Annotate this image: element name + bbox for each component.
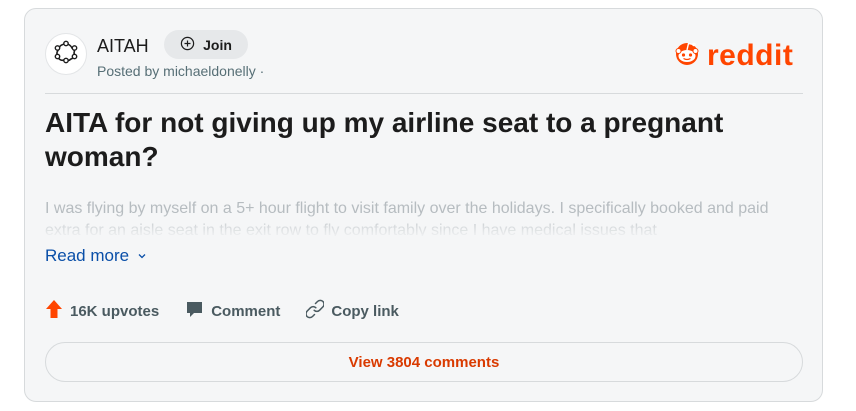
- read-more-label: Read more: [45, 246, 130, 265]
- reddit-wordmark: reddit: [707, 38, 794, 72]
- post-card: AITAH Join Posted by michaeldonelly · re…: [24, 8, 823, 402]
- copy-link-label: Copy link: [331, 302, 399, 320]
- upvote-count: 16K upvotes: [70, 302, 160, 320]
- comment-label: Comment: [211, 302, 281, 320]
- upvote-arrow-icon: [45, 299, 63, 323]
- view-comments-button[interactable]: View 3804 comments: [45, 342, 803, 382]
- read-more-link[interactable]: Read more: [45, 246, 147, 266]
- comment-button[interactable]: Comment: [185, 300, 280, 323]
- post-body-preview: I was flying by myself on a 5+ hour flig…: [45, 200, 769, 236]
- plus-circle-icon: [180, 36, 195, 54]
- post-actions: 16K upvotes Comment Copy link: [45, 299, 425, 323]
- upvote-button[interactable]: 16K upvotes: [45, 299, 159, 323]
- join-button[interactable]: Join: [164, 30, 248, 59]
- reddit-logo[interactable]: reddit: [671, 37, 793, 74]
- chevron-down-icon: [137, 246, 147, 266]
- posted-by: Posted by michaeldonelly ·: [97, 63, 265, 79]
- join-label: Join: [203, 36, 232, 53]
- subreddit-avatar[interactable]: [45, 33, 87, 75]
- subreddit-avatar-icon: [53, 39, 79, 70]
- copy-link-button[interactable]: Copy link: [305, 299, 399, 323]
- subreddit-name[interactable]: AITAH: [97, 36, 149, 57]
- header-divider: [45, 93, 803, 94]
- post-title[interactable]: AITA for not giving up my airline seat t…: [45, 106, 805, 174]
- comment-bubble-icon: [185, 300, 204, 323]
- reddit-snoo-icon: [671, 37, 703, 74]
- link-icon: [305, 299, 326, 323]
